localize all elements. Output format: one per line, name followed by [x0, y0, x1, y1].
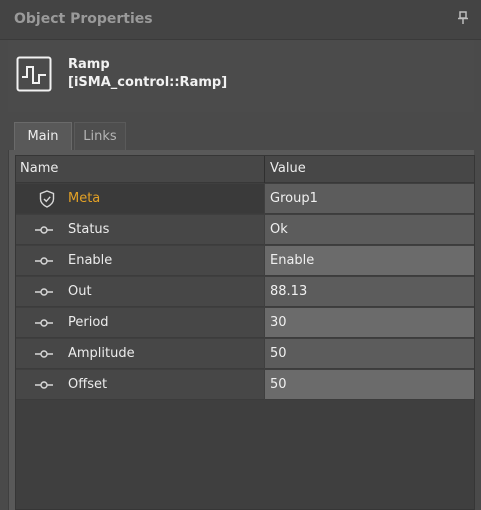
property-row-status[interactable]: Status Ok — [16, 215, 474, 245]
value-cell[interactable]: Enable — [265, 246, 474, 276]
object-type: [iSMA_control::Ramp] — [68, 75, 228, 90]
name-cell[interactable]: Out — [16, 277, 264, 307]
panel-title-bar: Object Properties — [0, 0, 481, 40]
tab-main[interactable]: Main — [14, 122, 72, 152]
pin-icon[interactable] — [457, 11, 469, 25]
tab-bar: Main Links — [8, 112, 474, 152]
value-cell[interactable]: 88.13 — [265, 277, 474, 307]
object-name: Ramp — [68, 57, 110, 72]
ramp-signal-icon — [16, 56, 52, 92]
value-cell[interactable]: 50 — [265, 370, 474, 400]
name-cell[interactable]: Amplitude — [16, 339, 264, 369]
property-label: Period — [68, 315, 109, 330]
value-cell[interactable]: 50 — [265, 339, 474, 369]
object-header: Ramp [iSMA_control::Ramp] — [8, 40, 474, 112]
value-cell[interactable]: Ok — [265, 215, 474, 245]
property-value: Enable — [270, 253, 315, 268]
property-value: Ok — [270, 222, 288, 237]
property-grid: Name Value Meta Group1 Status Ok Enable … — [15, 155, 475, 510]
shield-check-icon — [39, 190, 55, 208]
property-label: Status — [68, 222, 110, 237]
name-cell[interactable]: Enable — [16, 246, 264, 276]
value-cell[interactable]: 30 — [265, 308, 474, 338]
slot-connector-icon — [35, 350, 53, 358]
name-cell[interactable]: Offset — [16, 370, 264, 400]
property-row-out[interactable]: Out 88.13 — [16, 277, 474, 307]
name-cell[interactable]: Period — [16, 308, 264, 338]
property-row-offset[interactable]: Offset 50 — [16, 370, 474, 400]
slot-connector-icon — [35, 319, 53, 327]
slot-connector-icon — [35, 381, 53, 389]
grid-header: Name Value — [16, 156, 474, 183]
property-row-period[interactable]: Period 30 — [16, 308, 474, 338]
property-label: Meta — [68, 191, 101, 206]
property-value: Group1 — [270, 191, 318, 206]
property-label: Out — [68, 284, 92, 299]
name-cell[interactable]: Status — [16, 215, 264, 245]
slot-connector-icon — [35, 226, 53, 234]
property-row-meta[interactable]: Meta Group1 — [16, 184, 474, 214]
property-label: Offset — [68, 377, 108, 392]
slot-connector-icon — [35, 288, 53, 296]
slot-connector-icon — [35, 257, 53, 265]
property-row-enable[interactable]: Enable Enable — [16, 246, 474, 276]
property-label: Enable — [68, 253, 113, 268]
name-cell[interactable]: Meta — [16, 184, 264, 214]
properties-panel: Name Value Meta Group1 Status Ok Enable … — [8, 150, 475, 510]
tab-links[interactable]: Links — [74, 122, 126, 152]
value-cell[interactable]: Group1 — [265, 184, 474, 214]
property-value: 30 — [270, 315, 287, 330]
column-divider[interactable] — [264, 156, 265, 183]
column-header-value[interactable]: Value — [270, 161, 306, 176]
property-value: 50 — [270, 377, 287, 392]
property-row-amplitude[interactable]: Amplitude 50 — [16, 339, 474, 369]
property-value: 88.13 — [270, 284, 308, 299]
panel-title: Object Properties — [14, 11, 153, 27]
property-label: Amplitude — [68, 346, 135, 361]
property-value: 50 — [270, 346, 287, 361]
column-header-name[interactable]: Name — [20, 161, 58, 176]
